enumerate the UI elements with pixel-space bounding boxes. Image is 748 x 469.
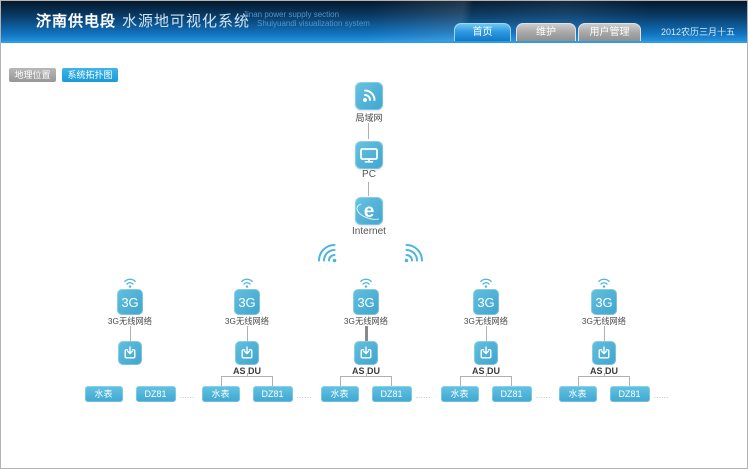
lan-node <box>355 82 383 110</box>
dz81-button[interactable]: DZ81 <box>372 386 412 402</box>
internet-label: Internet <box>324 226 414 237</box>
branch-connector <box>340 376 392 386</box>
ie-orbit-ring <box>354 200 385 223</box>
water-meter-button[interactable]: 水表 <box>85 386 123 402</box>
geographic-location-button[interactable]: 地理位置 <box>9 68 56 82</box>
wifi-icon <box>597 278 611 288</box>
topology-column-1: 3G 3G无线网络 水表 DZ81 ...... <box>71 278 189 402</box>
topology-column-2: 3G 3G无线网络 AS DU 水表 DZ81 ...... <box>188 278 306 402</box>
connector-lan-pc <box>368 123 369 139</box>
data-collector-node <box>118 341 142 365</box>
data-collector-icon <box>596 345 612 361</box>
wifi-icon <box>479 278 493 288</box>
water-meter-button[interactable]: 水表 <box>321 386 359 402</box>
dz81-button[interactable]: DZ81 <box>610 386 650 402</box>
app-subtitle: 水源地可视化系统 <box>122 13 250 30</box>
internet-node: e <box>355 197 383 225</box>
data-collector-icon <box>239 345 255 361</box>
data-collector-icon <box>358 345 374 361</box>
app-window: 济南供电段水源地可视化系统 Jinan power supply section… <box>0 0 748 469</box>
topology-column-4: 3G 3G无线网络 AS DU 水表 DZ81 ...... <box>427 278 545 402</box>
network-label: 3G无线网络 <box>344 316 388 325</box>
rss-signal-icon <box>361 88 377 104</box>
connector-3g-device <box>247 326 248 341</box>
subtitle-en-line1: Jinan power supply section <box>243 10 370 19</box>
subtitle-en-line2: Shuiyuandi visualization system <box>243 19 370 28</box>
network-3g-node: 3G <box>353 289 379 315</box>
lan-label: 局域网 <box>324 111 414 124</box>
network-label: 3G无线网络 <box>464 316 508 325</box>
data-collector-node <box>592 341 616 365</box>
page-title: 济南供电段水源地可视化系统 <box>36 10 250 31</box>
data-collector-icon <box>122 345 138 361</box>
app-subtitle-english: Jinan power supply section Shuiyuandi vi… <box>243 10 370 28</box>
network-3g-node: 3G <box>473 289 499 315</box>
water-meter-button[interactable]: 水表 <box>202 386 240 402</box>
meter-row: 水表 DZ81 ...... <box>321 386 412 402</box>
wifi-icon <box>123 278 137 288</box>
connector-3g-device <box>130 326 131 341</box>
wifi-waves-left-icon <box>315 241 338 264</box>
lunar-date-text: 2012农历三月十五 <box>661 25 735 38</box>
meter-row: 水表 DZ81 ...... <box>559 386 650 402</box>
wifi-icon <box>240 278 254 288</box>
pc-label: PC <box>324 169 414 180</box>
data-collector-node <box>235 341 259 365</box>
data-collector-node <box>474 341 498 365</box>
network-label: 3G无线网络 <box>108 316 152 325</box>
meter-row: 水表 DZ81 ...... <box>85 386 176 402</box>
branch-connector <box>221 376 273 386</box>
pc-node <box>355 141 383 169</box>
wifi-waves-right-icon <box>403 241 426 264</box>
water-meter-button[interactable]: 水表 <box>559 386 597 402</box>
branch-connector <box>578 376 630 386</box>
network-label: 3G无线网络 <box>582 316 626 325</box>
data-collector-icon <box>478 345 494 361</box>
network-label: 3G无线网络 <box>225 316 269 325</box>
connector-3g-device <box>486 326 487 341</box>
monitor-icon <box>360 148 378 163</box>
connector-3g-device <box>604 326 605 341</box>
system-topology-button[interactable]: 系统拓扑图 <box>62 68 118 82</box>
connector-pc-internet <box>368 182 369 196</box>
data-collector-node <box>354 341 378 365</box>
branch-connector <box>460 376 512 386</box>
tab-maintenance[interactable]: 维护 <box>516 23 576 41</box>
app-header: 济南供电段水源地可视化系统 Jinan power supply section… <box>1 1 747 43</box>
wifi-icon <box>359 278 373 288</box>
ie-browser-icon: e <box>358 200 380 222</box>
dz81-button[interactable]: DZ81 <box>253 386 293 402</box>
meter-row: 水表 DZ81 ...... <box>441 386 532 402</box>
app-title: 济南供电段 <box>36 13 116 30</box>
topology-column-5: 3G 3G无线网络 AS DU 水表 DZ81 ...... <box>545 278 663 402</box>
topology-column-3: 3G 3G无线网络 AS DU 水表 DZ81 ...... <box>307 278 425 402</box>
meter-row: 水表 DZ81 ...... <box>202 386 293 402</box>
connector-3g-device <box>365 326 368 341</box>
ellipsis-more: ...... <box>654 390 669 400</box>
tab-user-management[interactable]: 用户管理 <box>578 23 641 41</box>
network-3g-node: 3G <box>234 289 260 315</box>
network-3g-node: 3G <box>591 289 617 315</box>
dz81-button[interactable]: DZ81 <box>136 386 176 402</box>
water-meter-button[interactable]: 水表 <box>441 386 479 402</box>
dz81-button[interactable]: DZ81 <box>492 386 532 402</box>
network-3g-node: 3G <box>117 289 143 315</box>
tab-home[interactable]: 首页 <box>454 23 511 41</box>
